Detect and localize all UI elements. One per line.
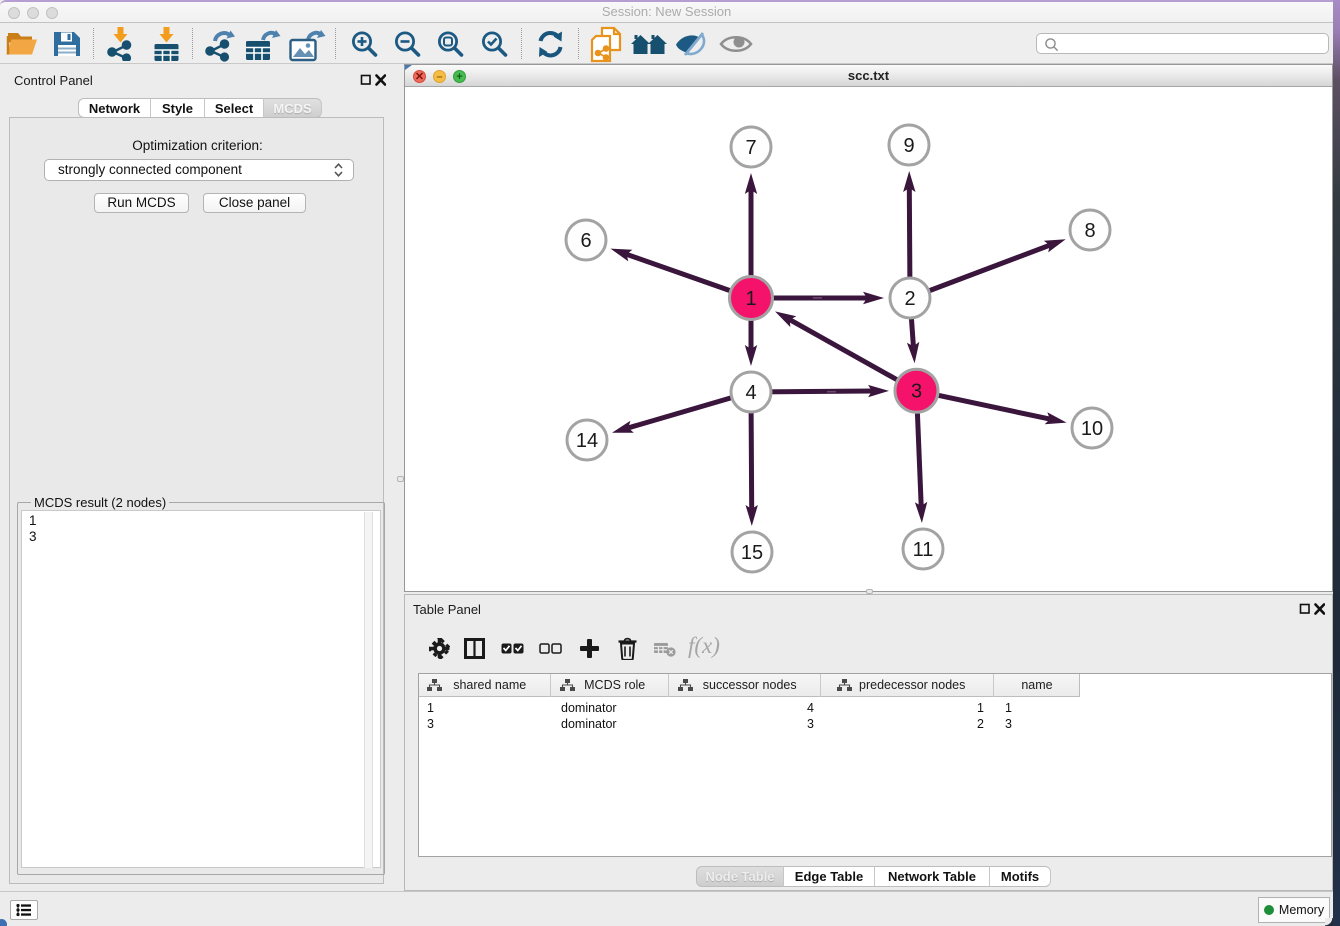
svg-text:3: 3	[911, 381, 922, 403]
svg-text:4: 4	[745, 382, 756, 404]
svg-text:1: 1	[745, 288, 756, 310]
svg-text:11: 11	[913, 539, 934, 561]
svg-text:7: 7	[745, 137, 756, 159]
svg-text:14: 14	[576, 430, 598, 452]
svg-text:8: 8	[1084, 220, 1095, 242]
svg-text:10: 10	[1081, 418, 1103, 440]
svg-text:2: 2	[904, 288, 915, 310]
svg-text:15: 15	[741, 542, 763, 564]
svg-text:6: 6	[580, 230, 591, 252]
svg-text:9: 9	[903, 135, 914, 157]
